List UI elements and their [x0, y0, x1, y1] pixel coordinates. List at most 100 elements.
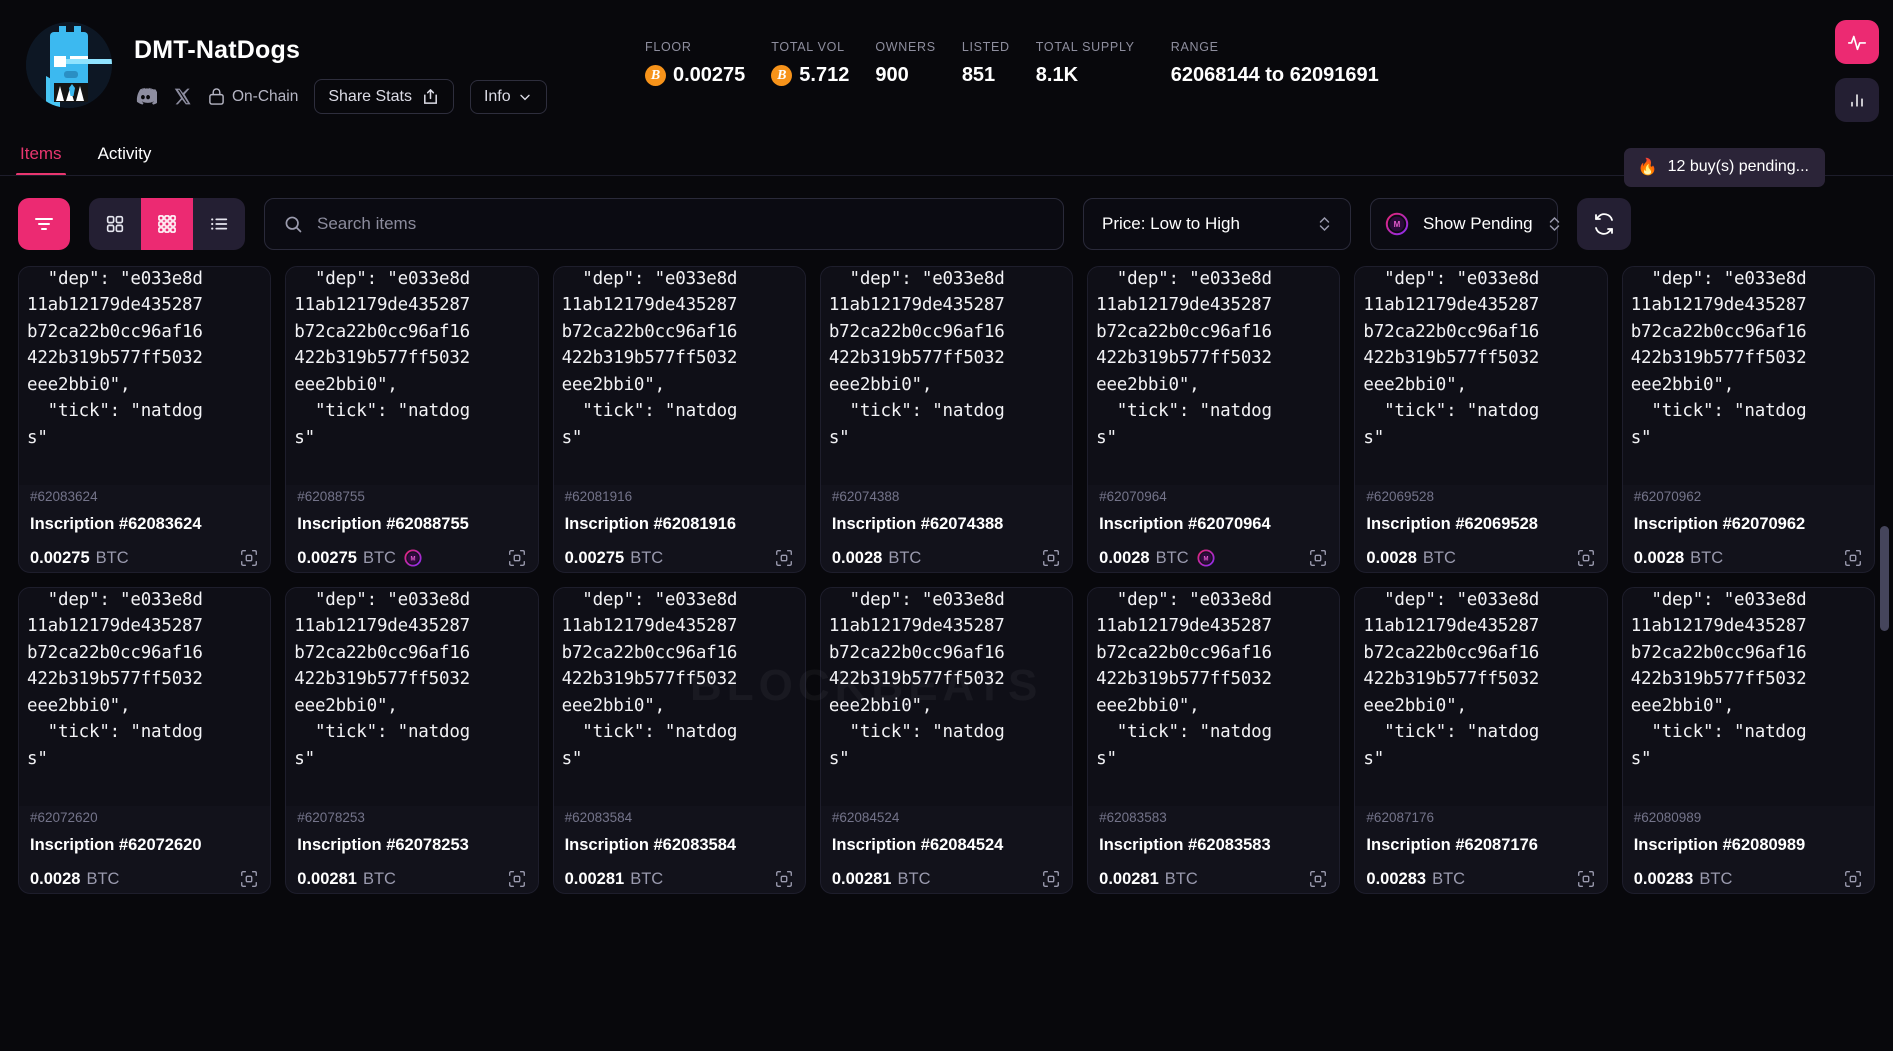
item-art: op" : "dmt-mint", "dep": "e033e8d 11ab12… [1622, 267, 1874, 485]
item-meta: #62083624 Inscription #62083624 0.00275 BTC [19, 485, 270, 568]
stat-label: FLOOR [645, 40, 692, 54]
item-currency: BTC [630, 869, 664, 888]
expand-icon[interactable] [1308, 869, 1328, 889]
stats-chart-button[interactable] [1835, 78, 1879, 122]
items-toolbar: Price: Low to High M Show Pending [0, 176, 1893, 250]
on-chain-link[interactable]: On-Chain [208, 87, 298, 106]
search-box[interactable] [264, 198, 1064, 250]
expand-icon[interactable] [774, 548, 794, 568]
stat-label: TOTAL SUPPLY [1035, 40, 1135, 54]
item-price-row: 0.00281 BTC [1099, 869, 1328, 889]
expand-icon[interactable] [507, 869, 527, 889]
item-price-row: 0.0028 BTC [1366, 548, 1595, 568]
item-title: Inscription #62069528 [1366, 515, 1538, 533]
pending-buys-toast[interactable]: 🔥 12 buy(s) pending... [1623, 148, 1825, 187]
expand-icon[interactable] [774, 869, 794, 889]
expand-icon[interactable] [1308, 548, 1328, 568]
item-price: 0.00281 [1099, 869, 1159, 888]
stat-floor: FLOOR B 0.00275 [645, 40, 771, 87]
sort-value-label: Price: Low to High [1102, 214, 1240, 233]
item-card[interactable]: op" : "dmt-mint", "dep": "e033e8d 11ab12… [819, 587, 1074, 894]
expand-icon[interactable] [1041, 548, 1061, 568]
item-title: Inscription #62080989 [1633, 836, 1806, 854]
item-price-row: 0.0028 BTC M [1099, 548, 1328, 568]
magic-eden-icon: M [1197, 549, 1215, 567]
refresh-button[interactable] [1577, 198, 1631, 250]
item-price-row: 0.00283 BTC [1366, 869, 1595, 889]
collection-header: DMT-NatDogs On-Chain Share Stats Info FL… [0, 0, 1893, 140]
search-input[interactable] [317, 214, 1045, 234]
item-art-text: op" : "dmt-mint", "dep": "e033e8d 11ab12… [1630, 589, 1807, 769]
item-id: #62078253 [297, 810, 365, 825]
item-price-row: 0.00275 BTC M [297, 548, 526, 568]
info-dropdown[interactable]: Info [469, 79, 547, 114]
item-price-row: 0.00275 BTC [30, 548, 259, 568]
view-small-grid-button[interactable] [141, 198, 193, 250]
x-twitter-icon[interactable] [173, 87, 192, 106]
expand-icon[interactable] [1843, 869, 1863, 889]
item-meta: #62069528 Inscription #62069528 0.0028 BTC [1355, 485, 1606, 568]
activity-pulse-button[interactable] [1835, 20, 1879, 64]
item-price: 0.0028 [1633, 548, 1685, 567]
tab-items[interactable]: Items [16, 140, 66, 176]
item-title: Inscription #62088755 [297, 515, 469, 533]
expand-icon[interactable] [1041, 869, 1061, 889]
item-card[interactable]: op" : "dmt-mint", "dep": "e033e8d 11ab12… [1621, 587, 1875, 894]
item-price: 0.0028 [1366, 548, 1417, 567]
item-card[interactable]: op" : "dmt-mint", "dep": "e033e8d 11ab12… [1621, 266, 1875, 573]
item-title: Inscription #62083584 [564, 836, 737, 854]
item-card[interactable]: op" : "dmt-mint", "dep": "e033e8d 11ab12… [552, 266, 806, 573]
tab-activity[interactable]: Activity [94, 140, 156, 176]
item-card[interactable]: op" : "dmt-mint", "dep": "e033e8d 11ab12… [1354, 587, 1608, 894]
item-card[interactable]: op" : "dmt-mint", "dep": "e033e8d 11ab12… [18, 266, 272, 573]
share-stats-button[interactable]: Share Stats [314, 79, 454, 114]
item-price: 0.00281 [297, 869, 357, 888]
item-id: #62081916 [564, 489, 633, 504]
item-price: 0.00281 [564, 869, 625, 888]
item-title: Inscription #62081916 [564, 515, 737, 533]
item-card[interactable]: op" : "dmt-mint", "dep": "e033e8d 11ab12… [285, 587, 539, 894]
item-card[interactable]: op" : "dmt-mint", "dep": "e033e8d 11ab12… [552, 587, 806, 894]
item-card[interactable]: op" : "dmt-mint", "dep": "e033e8d 11ab12… [819, 266, 1074, 573]
filter-toggle-button[interactable] [18, 198, 70, 250]
discord-icon[interactable] [134, 85, 157, 108]
item-card[interactable]: op" : "dmt-mint", "dep": "e033e8d 11ab12… [1354, 266, 1608, 573]
view-large-grid-button[interactable] [89, 198, 141, 250]
search-icon [283, 214, 304, 235]
item-price-row: 0.00281 BTC [297, 869, 526, 889]
sort-dropdown[interactable]: Price: Low to High [1083, 198, 1351, 250]
item-meta: #62070962 Inscription #62070962 0.0028 BTC [1623, 485, 1874, 568]
item-title: Inscription #62083583 [1099, 836, 1271, 854]
stat-listed: LISTED 851 [962, 40, 1036, 87]
page-title: DMT-NatDogs [134, 36, 301, 64]
stat-value: 900 [875, 64, 909, 86]
item-art: op" : "dmt-mint", "dep": "e033e8d 11ab12… [553, 588, 805, 806]
show-pending-dropdown[interactable]: M Show Pending [1370, 198, 1559, 250]
item-card[interactable]: op" : "dmt-mint", "dep": "e033e8d 11ab12… [285, 266, 539, 573]
scrollbar-thumb[interactable] [1880, 526, 1889, 631]
item-card[interactable]: op" : "dmt-mint", "dep": "e033e8d 11ab12… [1087, 266, 1341, 573]
expand-icon[interactable] [507, 548, 527, 568]
expand-icon[interactable] [239, 548, 259, 568]
item-title: Inscription #62083624 [30, 515, 202, 533]
item-meta: #62084524 Inscription #62084524 0.00281 BTC [821, 806, 1072, 889]
item-id: #62088755 [297, 489, 365, 504]
right-rail [1835, 20, 1879, 122]
svg-text:M: M [1203, 556, 1208, 562]
bitcoin-icon: B [771, 65, 793, 86]
svg-text:M: M [1394, 220, 1401, 229]
item-card[interactable]: op" : "dmt-mint", "dep": "e033e8d 11ab12… [18, 587, 272, 894]
collection-stats: FLOOR B 0.00275 TOTAL VOL B 5.712 OWNERS… [645, 40, 1405, 87]
show-pending-label: Show Pending [1423, 214, 1533, 233]
item-art-text: op" : "dmt-mint", "dep": "e033e8d 11ab12… [27, 589, 203, 769]
stat-value: 62068144 to 62091691 [1170, 64, 1379, 86]
expand-icon[interactable] [1843, 548, 1863, 568]
view-list-button[interactable] [193, 198, 245, 250]
item-art-text: op" : "dmt-mint", "dep": "e033e8d 11ab12… [1096, 268, 1272, 448]
expand-icon[interactable] [1576, 548, 1596, 568]
item-card[interactable]: op" : "dmt-mint", "dep": "e033e8d 11ab12… [1087, 587, 1341, 894]
grid-scrollbar[interactable] [1880, 526, 1889, 1051]
item-currency: BTC [362, 548, 396, 567]
expand-icon[interactable] [239, 869, 259, 889]
expand-icon[interactable] [1576, 869, 1596, 889]
